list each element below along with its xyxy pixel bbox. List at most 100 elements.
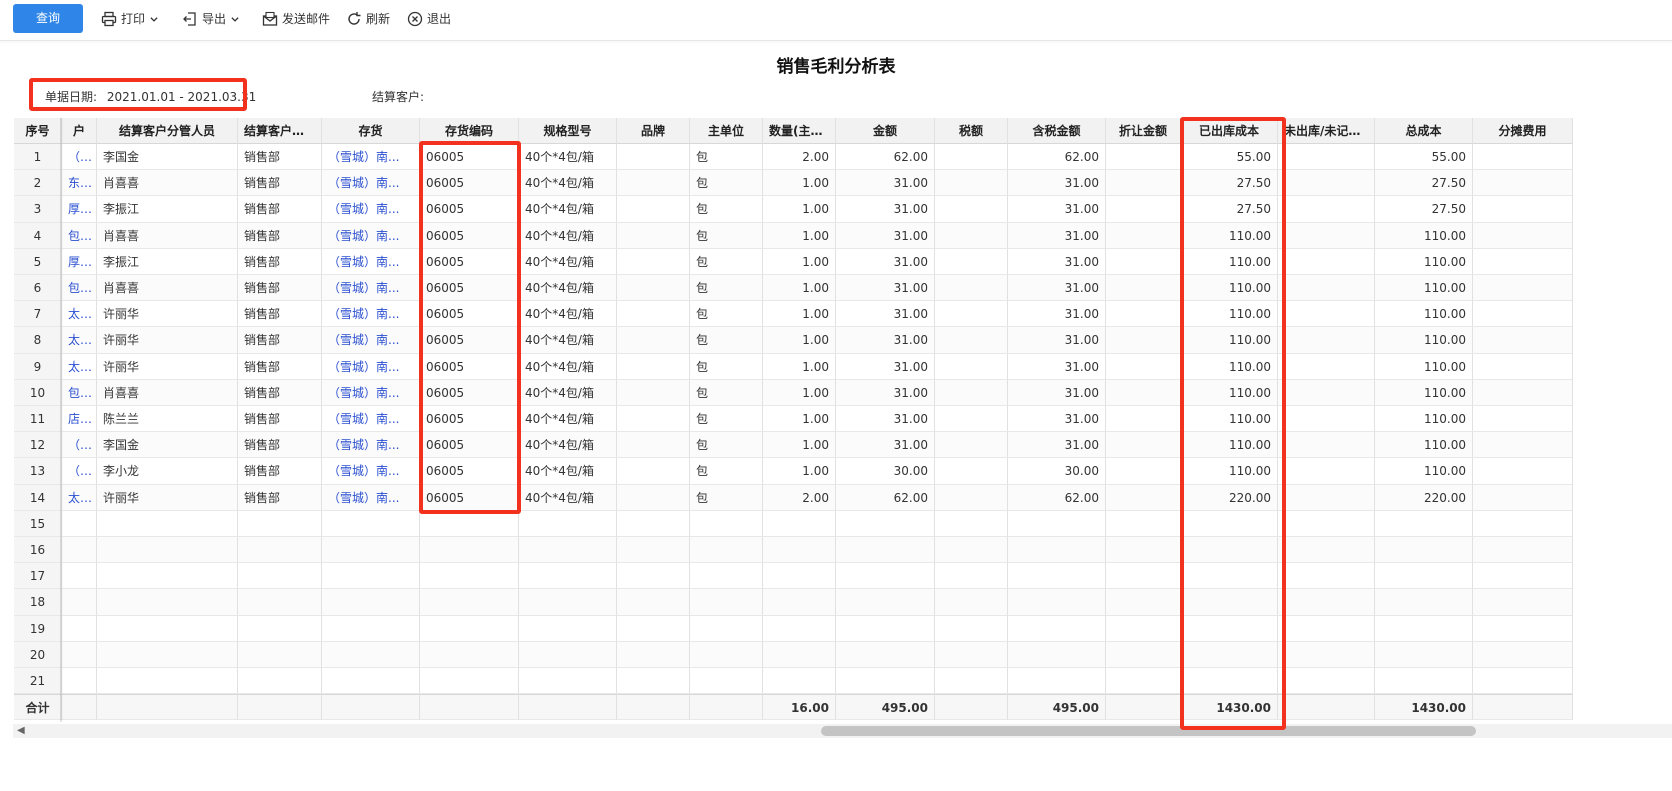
table-cell[interactable]: 太... xyxy=(62,327,97,354)
table-cell[interactable]: 太... xyxy=(62,353,97,380)
column-header[interactable]: 总成本 xyxy=(1375,118,1473,144)
table-cell xyxy=(238,510,322,537)
table-total-row: 合计 16.00 495.00 495.00 1430.00 1430.00 xyxy=(14,694,1573,721)
table-cell[interactable]: 包... xyxy=(62,222,97,249)
column-header[interactable]: 主单位 xyxy=(690,118,763,144)
table-cell[interactable]: （雪城）南... xyxy=(322,353,420,380)
column-header[interactable]: 含税金额 xyxy=(1008,118,1106,144)
table-row[interactable]: 14 太... 许丽华 销售部 （雪城）南... 06005 40个*4包/箱包 2.00 62… xyxy=(14,484,1573,511)
scroll-thumb[interactable] xyxy=(821,726,1476,736)
table-cell[interactable]: （雪城）南... xyxy=(322,275,420,302)
export-menu[interactable]: 导出 xyxy=(182,10,240,28)
column-header[interactable]: 分摊费用 xyxy=(1473,118,1573,144)
table-row[interactable]: 9 太... 许丽华 销售部 （雪城）南... 06005 40个*4包/箱包 1.00 31.… xyxy=(14,353,1573,380)
table-cell[interactable] xyxy=(62,641,97,668)
table-row[interactable]: 17 xyxy=(14,563,1573,590)
table-cell[interactable]: 包... xyxy=(62,379,97,406)
column-header[interactable]: 金额 xyxy=(836,118,935,144)
column-header[interactable]: 序号 xyxy=(14,118,62,144)
horizontal-scrollbar[interactable]: ◀ xyxy=(13,724,1672,738)
table-cell: 110.00 xyxy=(1181,248,1278,275)
table-row[interactable]: 16 xyxy=(14,537,1573,564)
column-header[interactable]: 存货 xyxy=(322,118,420,144)
table-cell[interactable]: 店... xyxy=(62,406,97,433)
table-cell xyxy=(1278,668,1375,695)
table-row[interactable]: 15 xyxy=(14,510,1573,537)
print-menu[interactable]: 打印 xyxy=(101,10,159,28)
table-row[interactable]: 7 太... 许丽华 销售部 （雪城）南... 06005 40个*4包/箱包 1.00 31.… xyxy=(14,301,1573,328)
table-row[interactable]: 11 店... 陈兰兰 销售部 （雪城）南... 06005 40个*4包/箱包 1.00 31… xyxy=(14,406,1573,433)
table-cell: 40个*4包/箱 xyxy=(519,222,617,249)
column-header[interactable]: 结算客户分管部门 xyxy=(238,118,322,144)
table-row[interactable]: 1 （... 李国金 销售部 （雪城）南... 06005 40个*4包/箱包 2.00 62.… xyxy=(14,144,1573,171)
table-cell[interactable]: 厚... xyxy=(62,248,97,275)
table-row[interactable]: 12 （... 李国金 销售部 （雪城）南... 06005 40个*4包/箱包 1.00 31… xyxy=(14,432,1573,459)
table-cell[interactable]: 厚... xyxy=(62,196,97,223)
column-header[interactable]: 折让金额 xyxy=(1106,118,1181,144)
table-row[interactable]: 3 厚... 李振江 销售部 （雪城）南... 06005 40个*4包/箱包 1.00 31.… xyxy=(14,196,1573,223)
table-cell xyxy=(1473,222,1573,249)
table-row[interactable]: 5 厚... 李振江 销售部 （雪城）南... 06005 40个*4包/箱包 1.00 31.… xyxy=(14,248,1573,275)
column-header[interactable]: 结算客户分管人员 xyxy=(97,118,238,144)
table-cell[interactable]: 太... xyxy=(62,301,97,328)
column-header[interactable]: 税额 xyxy=(935,118,1008,144)
table-cell[interactable] xyxy=(322,668,420,695)
table-cell[interactable]: （雪城）南... xyxy=(322,170,420,197)
table-cell[interactable]: （雪城）南... xyxy=(322,379,420,406)
table-cell[interactable]: （... xyxy=(62,458,97,485)
table-cell[interactable] xyxy=(62,537,97,564)
table-cell[interactable]: （... xyxy=(62,144,97,171)
scroll-left-icon[interactable]: ◀ xyxy=(17,724,25,738)
table-cell: 31.00 xyxy=(1008,275,1106,302)
table-cell[interactable] xyxy=(62,668,97,695)
table-cell[interactable]: （... xyxy=(62,432,97,459)
column-header[interactable]: 规格型号 xyxy=(519,118,617,144)
table-cell[interactable]: （雪城）南... xyxy=(322,196,420,223)
table-cell[interactable] xyxy=(322,641,420,668)
table-cell[interactable]: （雪城）南... xyxy=(322,222,420,249)
table-cell xyxy=(1375,537,1473,564)
table-row[interactable]: 10 包... 肖喜喜 销售部 （雪城）南... 06005 40个*4包/箱包 1.00 31… xyxy=(14,379,1573,406)
table-row[interactable]: 21 xyxy=(14,668,1573,695)
table-row[interactable]: 13 （... 李小龙 销售部 （雪城）南... 06005 40个*4包/箱包 1.00 30… xyxy=(14,458,1573,485)
exit-button[interactable]: 退出 xyxy=(407,10,451,28)
table-cell[interactable]: （雪城）南... xyxy=(322,301,420,328)
column-header[interactable]: 存货编码 xyxy=(420,118,519,144)
table-cell[interactable]: （雪城）南... xyxy=(322,406,420,433)
query-button[interactable]: 查询 xyxy=(13,4,83,33)
table-cell[interactable] xyxy=(322,589,420,616)
table-cell[interactable]: （雪城）南... xyxy=(322,458,420,485)
table-cell[interactable]: （雪城）南... xyxy=(322,248,420,275)
table-row[interactable]: 6 包... 肖喜喜 销售部 （雪城）南... 06005 40个*4包/箱包 1.00 31.… xyxy=(14,275,1573,302)
table-row[interactable]: 19 xyxy=(14,615,1573,642)
table-cell[interactable] xyxy=(322,510,420,537)
column-header[interactable]: 户 xyxy=(62,118,97,144)
table-row[interactable]: 18 xyxy=(14,589,1573,616)
table-cell[interactable]: （雪城）南... xyxy=(322,144,420,171)
table-cell[interactable]: （雪城）南... xyxy=(322,432,420,459)
table-cell[interactable]: （雪城）南... xyxy=(322,327,420,354)
table-row[interactable]: 8 太... 许丽华 销售部 （雪城）南... 06005 40个*4包/箱包 1.00 31.… xyxy=(14,327,1573,354)
refresh-button[interactable]: 刷新 xyxy=(346,10,390,28)
table-cell: 40个*4包/箱 xyxy=(519,484,617,511)
table-row[interactable]: 20 xyxy=(14,641,1573,668)
column-header[interactable]: 未出库/未记账成本 xyxy=(1278,118,1375,144)
table-cell[interactable]: 包... xyxy=(62,275,97,302)
table-cell[interactable]: （雪城）南... xyxy=(322,484,420,511)
column-header[interactable]: 品牌 xyxy=(617,118,690,144)
table-cell[interactable] xyxy=(62,589,97,616)
table-cell[interactable] xyxy=(322,615,420,642)
table-cell[interactable]: 东... xyxy=(62,170,97,197)
column-header[interactable]: 已出库成本 xyxy=(1181,118,1278,144)
table-cell[interactable] xyxy=(62,563,97,590)
table-cell[interactable] xyxy=(322,537,420,564)
table-row[interactable]: 2 东... 肖喜喜 销售部 （雪城）南... 06005 40个*4包/箱包 1.00 31.… xyxy=(14,170,1573,197)
table-cell[interactable] xyxy=(62,510,97,537)
table-cell[interactable]: 太... xyxy=(62,484,97,511)
row-number: 15 xyxy=(14,510,62,537)
table-cell[interactable] xyxy=(322,563,420,590)
send-email-button[interactable]: 发送邮件 xyxy=(262,10,330,28)
table-cell[interactable] xyxy=(62,615,97,642)
column-header[interactable]: 数量(主单位) xyxy=(763,118,836,144)
table-row[interactable]: 4 包... 肖喜喜 销售部 （雪城）南... 06005 40个*4包/箱包 1.00 31.… xyxy=(14,222,1573,249)
